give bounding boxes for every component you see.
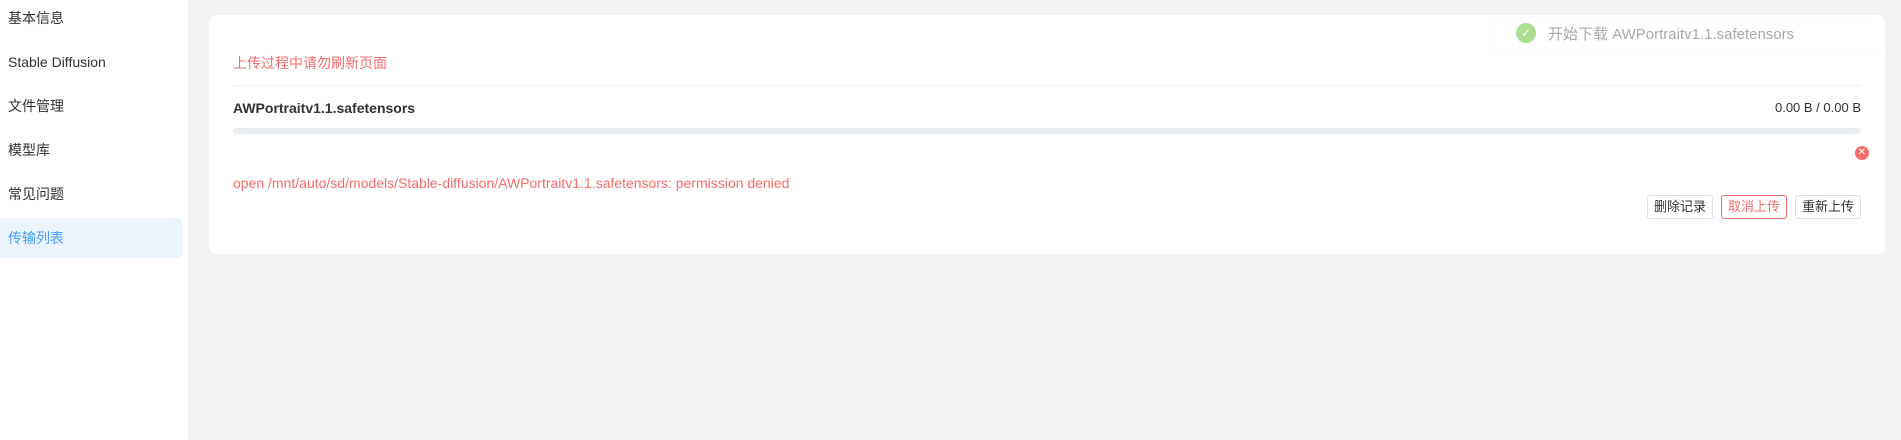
error-icon: ✕ xyxy=(1855,146,1869,160)
file-name: AWPortraitv1.1.safetensors xyxy=(233,100,416,116)
sidebar-item-model-library[interactable]: 模型库 xyxy=(0,130,182,170)
sidebar-item-label: 常见问题 xyxy=(8,186,64,202)
cancel-upload-button[interactable]: 取消上传 xyxy=(1720,195,1787,219)
sidebar: 基本信息 Stable Diffusion 文件管理 模型库 常见问题 传输列表 xyxy=(0,0,188,440)
toast-message: 开始下载 AWPortraitv1.1.safetensors xyxy=(1548,25,1795,43)
sidebar-item-stable-diffusion[interactable]: Stable Diffusion xyxy=(0,42,182,82)
sidebar-item-label: Stable Diffusion xyxy=(8,54,106,70)
transfer-actions: 删除记录 取消上传 重新上传 xyxy=(1646,195,1861,219)
sidebar-item-file-management[interactable]: 文件管理 xyxy=(0,86,182,126)
transfer-panel: 上传过程中请勿刷新页面 AWPortraitv1.1.safetensors 0… xyxy=(209,15,1885,254)
check-icon: ✓ xyxy=(1516,23,1536,43)
sidebar-item-label: 基本信息 xyxy=(8,10,64,26)
sidebar-item-label: 模型库 xyxy=(8,142,50,158)
delete-record-button[interactable]: 删除记录 xyxy=(1646,195,1713,219)
toast-notification: ✓ 开始下载 AWPortraitv1.1.safetensors xyxy=(1492,17,1882,49)
sidebar-item-label: 传输列表 xyxy=(8,230,64,246)
sidebar-item-transfer-list[interactable]: 传输列表 xyxy=(0,218,182,258)
progress-bar xyxy=(233,128,1861,134)
retry-upload-button[interactable]: 重新上传 xyxy=(1794,195,1861,219)
divider xyxy=(233,85,1861,86)
sidebar-item-basic-info[interactable]: 基本信息 xyxy=(0,0,182,38)
sidebar-item-faq[interactable]: 常见问题 xyxy=(0,174,182,214)
sidebar-item-label: 文件管理 xyxy=(8,98,64,114)
file-size: 0.00 B / 0.00 B xyxy=(1774,100,1861,115)
upload-notice: 上传过程中请勿刷新页面 xyxy=(233,55,387,71)
app-root: 基本信息 Stable Diffusion 文件管理 模型库 常见问题 传输列表… xyxy=(0,0,1901,440)
error-message: open /mnt/auto/sd/models/Stable-diffusio… xyxy=(233,175,790,191)
